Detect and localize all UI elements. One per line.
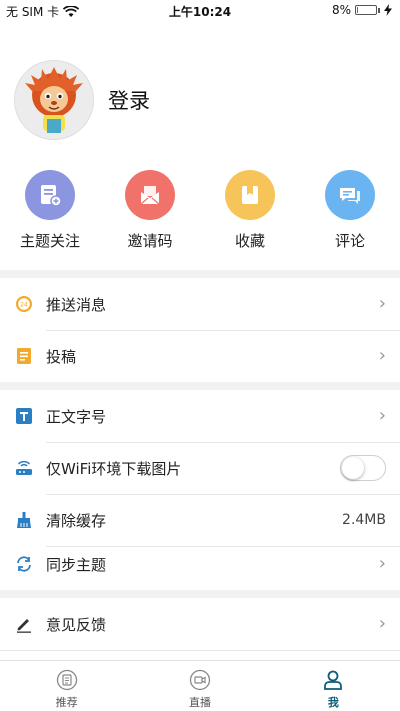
sync-icon [14,554,34,574]
tab-me[interactable]: 我 [267,661,400,711]
menu-item-font-size[interactable]: 正文字号 › [0,390,400,442]
section-gap [0,270,400,278]
comment-icon [325,170,375,220]
topic-follow-icon [25,170,75,220]
toggle-knob [342,457,364,479]
menu-item-sync-topics[interactable]: 同步主题 › [0,538,400,590]
wifi-only-toggle[interactable] [340,455,386,481]
bottom-tab-bar: 推荐 直播 我 [0,660,400,711]
chevron-right-icon: › [378,553,386,574]
chevron-right-icon: › [378,613,386,634]
tab-label: 推荐 [55,696,78,709]
chevron-right-icon: › [378,293,386,314]
battery-level-fill [357,7,358,13]
lion-mascot-avatar-icon[interactable] [14,60,94,140]
chevron-right-icon: › [378,345,386,366]
person-icon [324,670,343,690]
menu-label: 同步主题 [46,555,107,574]
pencil-icon [14,614,34,634]
tab-label: 直播 [188,696,211,709]
tab-recommend[interactable]: 推荐 [0,661,133,711]
charging-bolt-icon [384,4,392,16]
quick-action-label: 评论 [334,232,365,250]
menu-item-wifi-only: 仅WiFi环境下载图片 [0,442,400,494]
tab-live[interactable]: 直播 [133,661,266,711]
live-camera-icon [189,669,211,691]
quick-action-topic-follow[interactable]: 主题关注 [0,170,100,260]
menu-label: 投稿 [46,347,77,366]
section-gap [0,382,400,390]
battery-cap [378,7,380,13]
battery-percent: 8% [331,3,351,17]
invite-envelope-icon [125,170,175,220]
notebook-icon [14,346,34,366]
quick-action-invite-code[interactable]: 邀请码 [100,170,200,260]
battery-icon [355,5,377,15]
menu-label: 推送消息 [46,295,107,314]
quick-action-favorites[interactable]: 收藏 [200,170,300,260]
menu-item-push-messages[interactable]: 24 推送消息 › [0,278,400,330]
profile-header[interactable]: 登录 [14,60,150,140]
quick-action-label: 收藏 [234,232,265,250]
svg-text:24: 24 [20,302,28,309]
menu-label: 正文字号 [46,407,107,426]
bookmark-icon [225,170,275,220]
menu-label: 清除缓存 [46,511,107,530]
quick-actions: 主题关注 邀请码 收藏 评论 [0,170,400,260]
section-gap [0,590,400,598]
cache-size-value: 2.4MB [342,512,386,528]
recommend-icon [56,669,77,691]
tab-label: 我 [327,696,339,709]
menu-label: 意见反馈 [46,615,107,634]
quick-action-label: 邀请码 [127,232,173,250]
broom-icon [14,510,34,530]
menu-label: 仅WiFi环境下载图片 [46,459,182,478]
quick-action-label: 主题关注 [19,232,80,250]
chevron-right-icon: › [378,405,386,426]
menu-item-contribute[interactable]: 投稿 › [0,330,400,382]
router-icon [14,458,34,478]
status-right: 8% [332,3,392,17]
login-label[interactable]: 登录 [108,85,150,115]
quick-action-comments[interactable]: 评论 [300,170,400,260]
menu-item-feedback[interactable]: 意见反馈 › [0,598,400,650]
status-bar: 无 SIM 卡 上午10:24 8% [0,0,400,22]
divider [0,650,400,651]
text-t-icon [14,406,34,426]
clock-24-icon: 24 [14,294,34,314]
